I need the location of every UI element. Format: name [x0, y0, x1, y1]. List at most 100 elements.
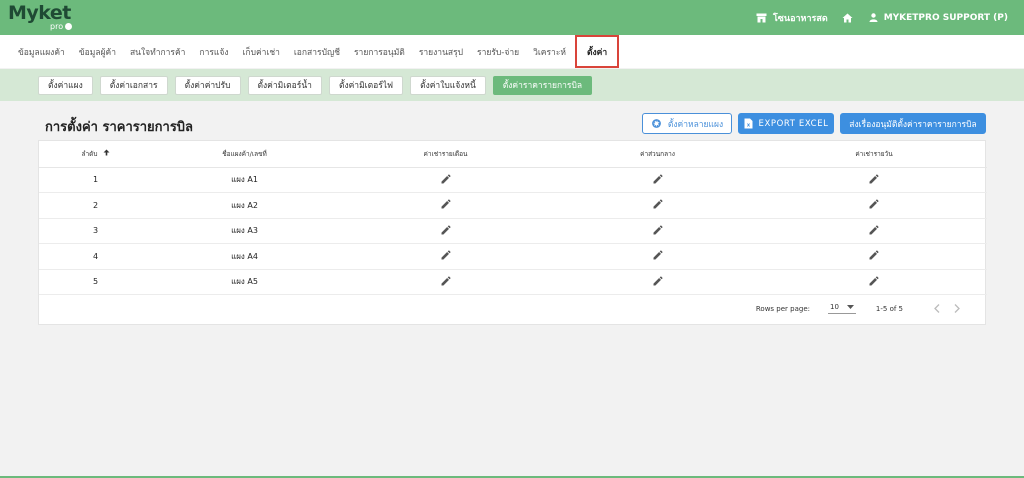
daily-rent-cell [761, 243, 987, 270]
row-stall: แผง A3 [152, 218, 337, 244]
row-order: 1 [39, 167, 152, 193]
pencil-icon[interactable] [653, 225, 663, 235]
row-stall: แผง A5 [152, 269, 337, 295]
table-row: 3 แผง A3 [39, 218, 987, 244]
nav-item-stall-info[interactable]: ข้อมูลแผงค้า [11, 35, 72, 68]
nav-item-approvals[interactable]: รายการอนุมัติ [347, 35, 412, 68]
common-fee-cell [554, 243, 761, 270]
nav-item-rent-collection[interactable]: เก็บค่าเช่า [236, 35, 287, 68]
col-monthly-rent-header: ค่าเช่ารายเดือน [337, 141, 554, 168]
common-fee-cell [554, 218, 761, 244]
nav-item-interested-trade[interactable]: สนใจทำการค้า [123, 35, 192, 68]
nav-item-merchant-info[interactable]: ข้อมูลผู้ค้า [72, 35, 123, 68]
logo-sub-text: pro [50, 22, 64, 31]
col-order-header[interactable]: ลำดับ [39, 141, 152, 168]
pencil-icon[interactable] [869, 174, 879, 184]
pencil-icon[interactable] [441, 276, 451, 286]
nav-item-notify[interactable]: การแจ้ง [192, 35, 235, 68]
tab-stall-settings[interactable]: ตั้งค่าแผง [38, 75, 93, 95]
store-icon [756, 13, 767, 23]
table-row: 1 แผง A1 [39, 167, 987, 193]
multi-stall-settings-label: ตั้งค่าหลายแผง [667, 119, 724, 130]
user-icon [869, 13, 878, 22]
row-order: 3 [39, 218, 152, 244]
tab-water-meter-settings[interactable]: ตั้งค่ามิเตอร์น้ำ [247, 75, 322, 95]
main-nav: ข้อมูลแผงค้า ข้อมูลผู้ค้า สนใจทำการค้า ก… [0, 35, 1024, 68]
table-row: 2 แผง A2 [39, 192, 987, 219]
prev-page-icon[interactable] [927, 304, 947, 313]
home-icon[interactable] [842, 13, 853, 23]
pencil-icon[interactable] [653, 174, 663, 184]
row-stall: แผง A2 [152, 192, 337, 219]
monthly-rent-cell [337, 218, 554, 244]
nav-item-accounting-docs[interactable]: เอกสารบัญชี [287, 35, 347, 68]
rows-per-page-label: Rows per page: [755, 304, 810, 313]
daily-rent-cell [761, 269, 987, 295]
row-stall: แผง A1 [152, 167, 337, 193]
logo-text: Myket [8, 2, 71, 24]
pencil-icon[interactable] [869, 225, 879, 235]
table-header-row: ลำดับ ชื่อแผงค้า/เลขที่ ค่าเช่ารายเดือน … [39, 141, 987, 168]
tab-invoice-settings[interactable]: ตั้งค่าใบแจ้งหนี้ [410, 75, 486, 95]
store-selector[interactable]: โซนอาหารสด [756, 11, 828, 25]
nav-item-income-expense[interactable]: รายรับ-จ่าย [470, 35, 526, 68]
daily-rent-cell [761, 192, 987, 219]
col-stall-header: ชื่อแผงค้า/เลขที่ [152, 141, 337, 168]
tab-document-settings[interactable]: ตั้งค่าเอกสาร [99, 75, 168, 95]
tab-bill-price-settings[interactable]: ตั้งค่าราคารายการบิล [492, 75, 593, 95]
arrow-up-icon[interactable] [103, 149, 110, 158]
tab-electric-meter-settings[interactable]: ตั้งค่ามิเตอร์ไฟ [328, 75, 404, 95]
col-daily-rent-header: ค่าเช่ารายวัน [761, 141, 987, 168]
pencil-icon[interactable] [869, 199, 879, 209]
pencil-icon[interactable] [441, 250, 451, 260]
excel-icon: x [744, 118, 753, 129]
bill-price-table: ลำดับ ชื่อแผงค้า/เลขที่ ค่าเช่ารายเดือน … [39, 141, 987, 295]
gear-icon [651, 118, 662, 129]
nav-item-summary-report[interactable]: รายงานสรุป [412, 35, 470, 68]
top-bar: Myket pro โซนอาหารสด MYKETPRO SUPPORT (P… [0, 0, 1024, 35]
pencil-icon[interactable] [653, 250, 663, 260]
common-fee-cell [554, 269, 761, 295]
pencil-icon[interactable] [653, 199, 663, 209]
page-actions: ตั้งค่าหลายแผง x EXPORT EXCEL ส่งเรื่องอ… [642, 113, 986, 134]
submit-approval-button[interactable]: ส่งเรื่องอนุมัติตั้งค่าราคารายการบิล [840, 113, 986, 134]
pencil-icon[interactable] [441, 199, 451, 209]
daily-rent-cell [761, 167, 987, 193]
common-fee-cell [554, 167, 761, 193]
pencil-icon[interactable] [869, 276, 879, 286]
row-order: 5 [39, 269, 152, 295]
next-page-icon[interactable] [947, 304, 967, 313]
nav-item-analytics[interactable]: วิเคราะห์ [526, 35, 573, 68]
table-row: 5 แผง A5 [39, 269, 987, 295]
nav-item-settings[interactable]: ตั้งค่า [575, 35, 620, 68]
pencil-icon[interactable] [441, 225, 451, 235]
monthly-rent-cell [337, 243, 554, 270]
rows-per-page-value: 10 [829, 303, 839, 311]
logo-sub: pro [50, 22, 73, 31]
settings-subnav: ตั้งค่าแผง ตั้งค่าเอกสาร ตั้งค่าค่าปรับ … [0, 69, 1024, 101]
caret-down-icon [846, 305, 854, 309]
common-fee-cell [554, 192, 761, 219]
monthly-rent-cell [337, 192, 554, 219]
row-order: 4 [39, 243, 152, 270]
bill-price-table-card: ลำดับ ชื่อแผงค้า/เลขที่ ค่าเช่ารายเดือน … [38, 140, 987, 325]
table-pagination: Rows per page: 10 1-5 of 5 [756, 303, 967, 314]
pencil-icon[interactable] [653, 276, 663, 286]
logo[interactable]: Myket pro [8, 3, 78, 33]
pencil-icon[interactable] [441, 174, 451, 184]
user-menu[interactable]: MYKETPRO SUPPORT (P) [869, 13, 1008, 23]
store-name: โซนอาหารสด [772, 13, 828, 24]
monthly-rent-cell [337, 167, 554, 193]
export-excel-button[interactable]: x EXPORT EXCEL [738, 113, 834, 134]
col-order-label: ลำดับ [81, 149, 98, 158]
table-row: 4 แผง A4 [39, 243, 987, 270]
tab-penalty-settings[interactable]: ตั้งค่าค่าปรับ [174, 75, 241, 95]
row-stall: แผง A4 [152, 243, 337, 270]
row-order: 2 [39, 192, 152, 219]
col-common-fee-header: ค่าส่วนกลาง [554, 141, 761, 168]
page-title: การตั้งค่า ราคารายการบิล [45, 120, 194, 135]
pencil-icon[interactable] [869, 250, 879, 260]
multi-stall-settings-button[interactable]: ตั้งค่าหลายแผง [642, 113, 732, 134]
rows-per-page-select[interactable]: 10 [827, 303, 856, 314]
pagination-range: 1-5 of 5 [875, 304, 903, 313]
